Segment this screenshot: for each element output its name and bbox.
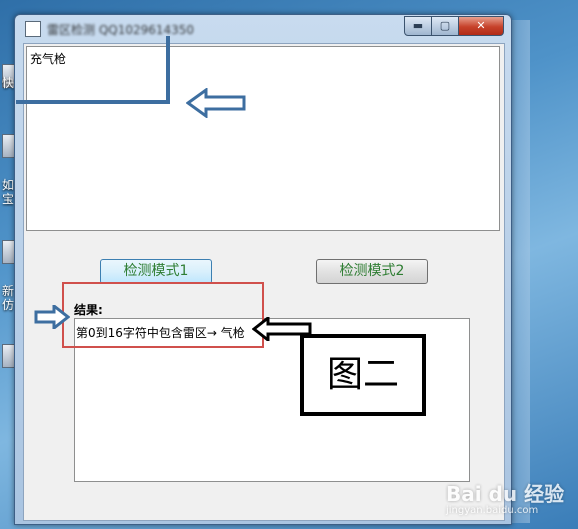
figure-label: 图二 xyxy=(300,334,426,416)
watermark-brand: Bai du 经验 xyxy=(446,482,565,506)
detect-mode-1-button[interactable]: 检测模式1 xyxy=(100,259,212,284)
watermark-url: jingyan.baidu.com xyxy=(446,505,539,516)
app-icon xyxy=(25,21,41,37)
annotation-highlight-box xyxy=(16,36,170,104)
desktop-icon-1-label: 快 xyxy=(2,76,15,90)
minimize-button[interactable]: ▬ xyxy=(404,16,432,36)
detect-mode-2-button[interactable]: 检测模式2 xyxy=(316,259,428,284)
annotation-arrow-icon xyxy=(186,88,246,118)
annotation-arrow-right-icon xyxy=(34,305,70,329)
result-highlight-box xyxy=(62,282,264,348)
background-window-edge xyxy=(510,20,530,523)
baidu-watermark: Bai du 经验 jingyan.baidu.com xyxy=(446,478,564,516)
desktop-icon-3-label: 新 仿 xyxy=(2,284,15,312)
maximize-button[interactable]: ▢ xyxy=(431,16,459,36)
close-button[interactable]: ✕ xyxy=(458,16,504,36)
